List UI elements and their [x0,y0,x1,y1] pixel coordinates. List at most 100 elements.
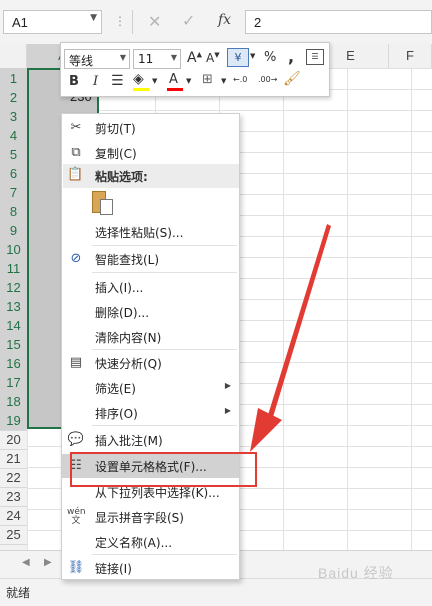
menu-item-label: 插入(I)... [95,281,144,295]
row-header[interactable]: 14 [0,315,27,336]
chevron-down-icon[interactable]: ▼ [152,77,157,85]
format-painter-table-icon[interactable]: ☰ [306,49,324,65]
row-header[interactable]: 25 [0,524,27,545]
menu-item-insert-comment[interactable]: 💬 插入批注(M) [62,428,239,452]
row-header[interactable]: 12 [0,277,27,298]
chevron-down-icon[interactable]: ▼ [186,77,191,85]
menu-item-define-name[interactable]: 定义名称(A)... [62,530,239,554]
row-header[interactable]: 23 [0,486,27,507]
link-icon: ⛓ [67,560,85,575]
menu-item-filter[interactable]: 筛选(E) ▶ [62,376,239,400]
decrease-decimal-icon[interactable]: .00→ [258,75,277,84]
row-header[interactable]: 17 [0,372,27,393]
menu-item-sort[interactable]: 排序(O) ▶ [62,401,239,425]
align-center-icon[interactable]: ☰ [111,73,124,89]
chevron-down-icon[interactable]: ▼ [221,77,226,85]
formula-bar: A1 ▼ ⋮ ✕ ✓ fx 2 [0,0,432,45]
row-header[interactable]: 11 [0,258,27,279]
name-box[interactable]: A1 ▼ [3,10,102,34]
row-header[interactable]: 19 [0,410,27,431]
previous-sheet-icon[interactable]: ◀ [22,557,30,568]
menu-item-label: 定义名称(A)... [95,536,173,550]
comma-style-icon[interactable]: , [288,47,294,66]
menu-item-label: 清除内容(N) [95,331,162,345]
menu-item-label: 复制(C) [95,147,137,161]
comment-icon: 💬 [67,432,85,447]
row-header[interactable]: 6 [0,163,27,184]
row-header[interactable]: 18 [0,391,27,412]
submenu-arrow-icon: ▶ [224,406,231,415]
fill-color-icon[interactable]: ◈ [133,71,144,87]
menu-item-label: 排序(O) [95,407,138,421]
chevron-down-icon[interactable]: ▼ [250,52,255,60]
shrink-font-label: A [206,51,215,65]
select-all-corner[interactable] [0,44,27,68]
divider [92,349,237,350]
annotation-highlight-box [70,452,257,487]
row-header[interactable]: 20 [0,429,27,450]
row-header[interactable]: 3 [0,106,27,127]
divider [132,10,133,34]
borders-icon[interactable]: ⊞ [202,72,213,87]
row-header[interactable]: 2 [0,87,27,108]
row-header[interactable]: 8 [0,201,27,222]
menu-item-delete[interactable]: 删除(D)... [62,300,239,324]
paste-options-header: 📋 粘贴选项: [63,164,239,188]
row-header[interactable]: 15 [0,334,27,355]
increase-decimal-icon[interactable]: ←.0 [233,75,247,84]
menu-item-label: 删除(D)... [95,306,150,320]
decrease-font-size-icon[interactable]: A▼ [206,51,220,65]
row-header[interactable]: 24 [0,505,27,526]
menu-item-copy[interactable]: ⧉ 复制(C) [62,141,239,165]
format-painter-icon[interactable]: 🖌 [283,71,301,87]
formula-input[interactable]: 2 [245,10,432,34]
chevron-down-icon: ▼ [119,53,126,62]
row-header[interactable]: 22 [0,467,27,488]
menu-item-label: 筛选(E) [95,382,136,396]
menu-item-label: 智能查找(L) [95,253,160,267]
currency-format-icon[interactable]: ¥ [227,48,249,67]
menu-item-insert[interactable]: 插入(I)... [62,275,239,299]
watermark: Baidu 经验 [318,565,394,581]
font-size-select[interactable]: 11 ▼ [133,49,181,69]
row-header[interactable]: 9 [0,220,27,241]
row-header[interactable]: 1 [0,68,27,89]
column-header-f[interactable]: F [389,44,432,68]
row-header[interactable]: 7 [0,182,27,203]
increase-font-size-icon[interactable]: A▲ [187,50,202,66]
more-icon: ⋮ [114,14,126,28]
menu-item-show-phonetic[interactable]: wén 文 显示拼音字段(S) [62,505,239,529]
row-header[interactable]: 16 [0,353,27,374]
paste-page-icon [100,199,113,215]
menu-item-label: 插入批注(M) [95,434,163,448]
insert-function-icon[interactable]: fx [218,12,231,28]
fill-color-swatch [133,88,149,91]
bold-button[interactable]: B [69,74,79,89]
menu-item-clear-contents[interactable]: 清除内容(N) [62,325,239,349]
submenu-arrow-icon: ▶ [224,381,231,390]
row-header[interactable]: 10 [0,239,27,260]
percent-style-icon[interactable]: % [264,50,276,65]
row-header[interactable]: 13 [0,296,27,317]
menu-item-quick-analysis[interactable]: ▤ 快速分析(Q) [62,351,239,375]
menu-item-label: 选择性粘贴(S)... [95,226,184,240]
next-sheet-icon[interactable]: ▶ [44,557,52,568]
font-name-value: 等线 [69,54,94,68]
menu-item-smart-lookup[interactable]: ⊘ 智能查找(L) [62,247,239,271]
menu-item-label: 剪切(T) [95,122,136,136]
row-header[interactable]: 4 [0,125,27,146]
menu-item-paste-special[interactable]: 选择性粘贴(S)... [62,220,239,244]
enter-icon[interactable]: ✓ [182,11,195,30]
font-color-button[interactable]: A [169,72,178,87]
row-header[interactable]: 5 [0,144,27,165]
copy-icon: ⧉ [71,145,81,160]
row-header[interactable]: 21 [0,448,27,469]
mini-toolbar: 等线 ▼ 11 ▼ A▲ A▼ ¥ ▼ % , ☰ B I ☰ ◈ ▼ A ▼ … [60,42,330,97]
font-name-select[interactable]: 等线 ▼ [64,49,130,69]
cancel-icon[interactable]: ✕ [148,12,161,31]
paste-button[interactable] [92,191,116,217]
menu-item-cut[interactable]: ✂ 剪切(T) [62,116,239,140]
menu-item-link[interactable]: ⛓ 链接(I) [62,556,239,580]
italic-button[interactable]: I [93,74,98,89]
chevron-down-icon[interactable]: ▼ [90,13,97,23]
